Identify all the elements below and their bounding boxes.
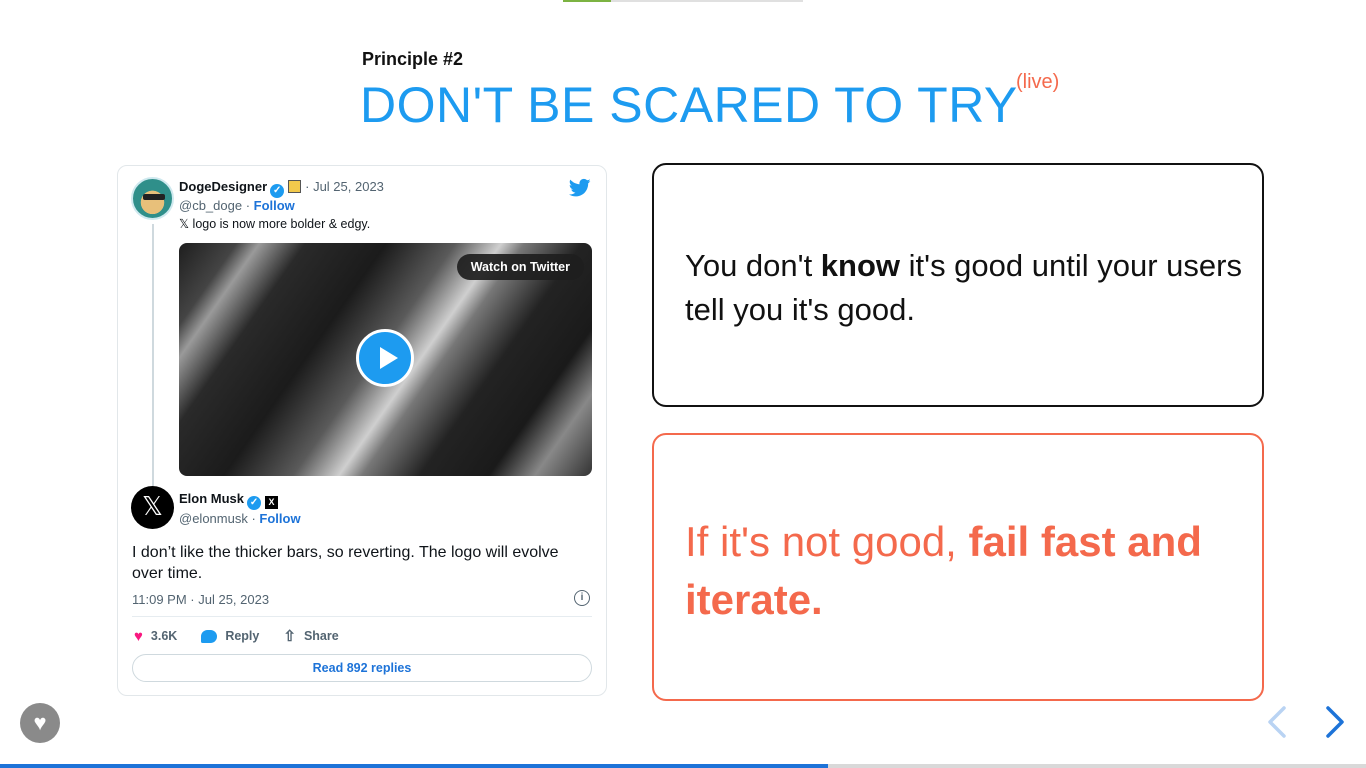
share-label: Share [303, 629, 339, 643]
twitter-bird-icon[interactable] [569, 178, 591, 198]
presentation-progress-bar [0, 764, 1366, 768]
info-icon[interactable]: i [574, 590, 590, 606]
flair-icon [288, 180, 302, 193]
slide-title: DON'T BE SCARED TO TRY [360, 77, 1018, 133]
follow-link[interactable]: Follow [254, 198, 295, 213]
slide-step-indicator-active [563, 0, 611, 2]
author-handle: @elonmusk [179, 511, 248, 526]
verified-icon: ✓ [247, 496, 262, 510]
avatar-glasses [143, 194, 165, 200]
watch-on-twitter-button[interactable]: Watch on Twitter [456, 254, 584, 280]
x-badge-icon: X [265, 496, 279, 509]
share-button[interactable]: ⇧ Share [283, 627, 338, 645]
author-name: Elon Musk [179, 491, 245, 506]
previous-slide-chevron-icon[interactable] [1262, 702, 1294, 742]
reply-icon [201, 629, 218, 643]
avatar[interactable]: 𝕏 [131, 486, 174, 529]
author-handle-row: @cb_doge · Follow [179, 198, 295, 213]
embedded-tweet: DogeDesigner ✓ · Jul 25, 2023 @cb_doge · F… [117, 165, 607, 696]
box-text-part: If it's not good, [685, 518, 969, 565]
reply-label: Reply [225, 629, 260, 643]
box-text: You don't know it's good until your user… [685, 244, 1245, 332]
tweet-timestamp[interactable]: 11:09 PM · Jul 25, 2023 [132, 592, 269, 607]
box-text-part: You don't [685, 248, 821, 283]
tweet-author-main[interactable]: Elon Musk ✓ X [179, 491, 279, 510]
like-count: 3.6K [150, 629, 178, 643]
like-button[interactable]: ♥ 3.6K [134, 627, 177, 645]
play-icon[interactable] [356, 329, 414, 387]
verified-icon: ✓ [270, 184, 285, 198]
next-slide-chevron-icon[interactable] [1318, 702, 1350, 742]
reply-button[interactable]: Reply [201, 627, 259, 645]
slide-step-indicator [563, 0, 803, 2]
share-icon: ⇧ [283, 628, 296, 645]
box-text: If it's not good, fail fast and iterate. [685, 513, 1245, 629]
author-handle: @cb_doge [179, 198, 243, 213]
title-superscript: (live) [1016, 71, 1060, 93]
tweet-text-main: I don’t like the thicker bars, so revert… [132, 544, 559, 582]
author-handle-row: @elonmusk · Follow [179, 511, 301, 526]
principle-box-fail-fast: If it's not good, fail fast and iterate. [652, 433, 1264, 701]
thread-line [152, 224, 154, 486]
heart-icon: ♥ [134, 627, 143, 645]
box-text-bold: know [820, 248, 901, 283]
follow-link[interactable]: Follow [259, 511, 300, 526]
video-thumbnail[interactable]: Watch on Twitter [179, 243, 592, 476]
tweet-author-quoted[interactable]: DogeDesigner ✓ · Jul 25, 2023 [179, 179, 384, 198]
divider [132, 616, 592, 617]
presentation-progress-fill [0, 764, 828, 768]
slide-eyebrow: Principle #2 [362, 49, 464, 69]
tweet-actions: ♥ 3.6K Reply ⇧ Share [134, 627, 339, 646]
read-replies-button[interactable]: Read 892 replies [132, 654, 592, 682]
tweet-date: · Jul 25, 2023 [305, 179, 384, 194]
principle-box-know: You don't know it's good until your user… [652, 163, 1264, 407]
author-name: DogeDesigner [179, 179, 268, 194]
favorite-heart-icon[interactable]: ♥ [20, 703, 60, 743]
tweet-text-quoted: 𝕏 logo is now more bolder & edgy. [179, 217, 371, 231]
avatar[interactable] [131, 177, 174, 220]
